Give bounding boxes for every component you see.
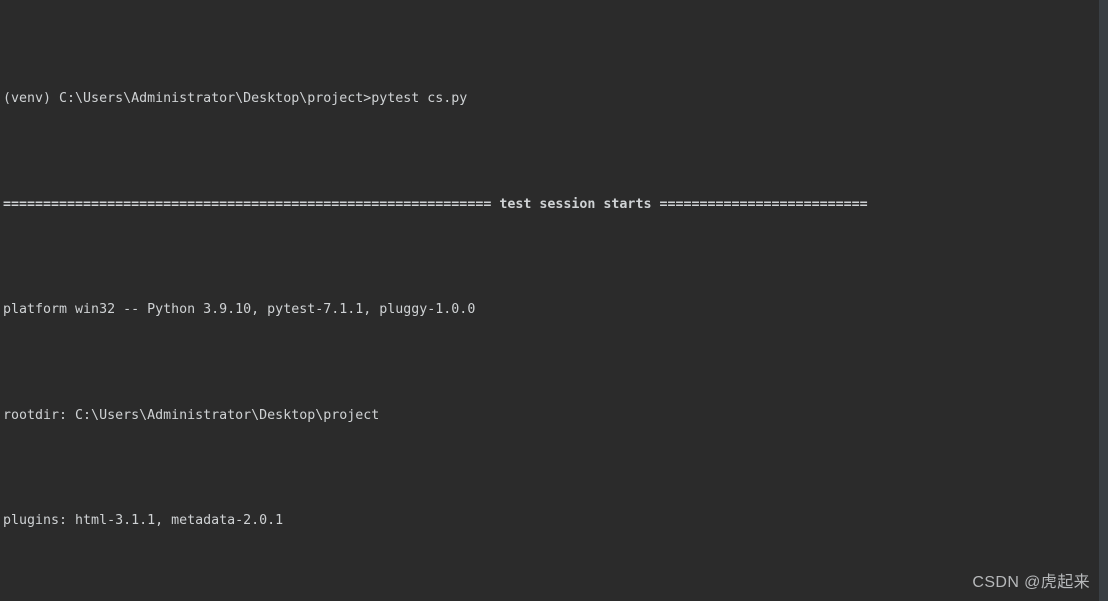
platform-info: platform win32 -- Python 3.9.10, pytest-… xyxy=(3,302,476,318)
plugins-info: plugins: html-3.1.1, metadata-2.0.1 xyxy=(3,513,284,529)
terminal-line-rootdir: rootdir: C:\Users\Administrator\Desktop\… xyxy=(3,405,1101,426)
terminal-line-plugins: plugins: html-3.1.1, metadata-2.0.1 xyxy=(3,510,1101,531)
rootdir-info: rootdir: C:\Users\Administrator\Desktop\… xyxy=(3,407,380,423)
terminal-line-session-header: ========================================… xyxy=(3,194,1101,215)
csdn-watermark: CSDN @虎起来 xyxy=(972,573,1090,591)
terminal-line-platform: platform win32 -- Python 3.9.10, pytest-… xyxy=(3,299,1101,320)
session-header-title: test session starts xyxy=(491,196,660,212)
shell-prompt-top: (venv) C:\Users\Administrator\Desktop\pr… xyxy=(3,91,372,107)
terminal-window: (venv) C:\Users\Administrator\Desktop\pr… xyxy=(0,0,1108,601)
terminal-output: (venv) C:\Users\Administrator\Desktop\pr… xyxy=(3,4,1101,601)
session-header-eq-right: ========================== xyxy=(659,196,868,212)
terminal-line-prompt-command: (venv) C:\Users\Administrator\Desktop\pr… xyxy=(3,88,1101,109)
session-header-eq-left: ========================================… xyxy=(3,196,492,212)
command-text: pytest cs.py xyxy=(371,91,468,107)
vertical-scrollbar[interactable] xyxy=(1099,0,1108,601)
